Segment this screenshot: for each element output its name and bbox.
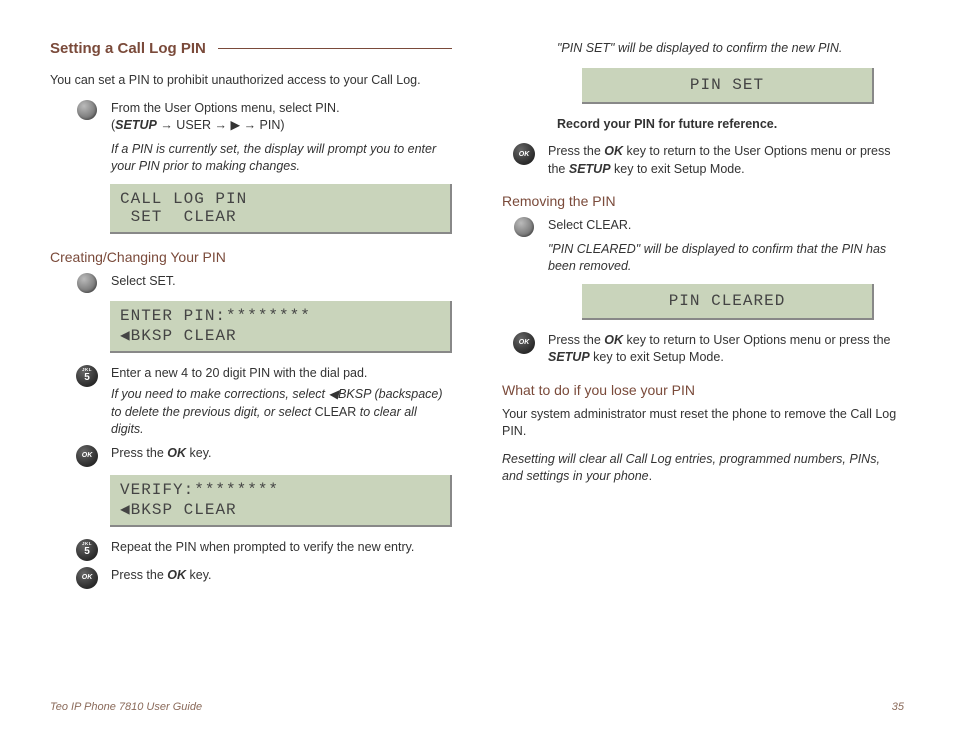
lcd-pin-cleared: PIN CLEARED (582, 284, 874, 320)
key-5-icon: JKL5 (75, 365, 99, 387)
page-footer: Teo IP Phone 7810 User Guide 35 (50, 701, 904, 713)
o2b: OK (604, 333, 623, 347)
s6a: Press the (111, 568, 167, 582)
step-open-pin: From the User Options menu, select PIN. … (75, 100, 452, 176)
o2a: Press the (548, 333, 604, 347)
lcd-pin-set: PIN SET (582, 68, 874, 104)
s4b: OK (167, 446, 186, 460)
path-rest: → USER → ▶ → PIN) (157, 118, 285, 132)
lcd2-line2: ◀BKSP CLEAR (120, 327, 237, 345)
lose-pin-text: Your system administrator must reset the… (502, 406, 904, 441)
step-enter-digits: JKL5 Enter a new 4 to 20 digit PIN with … (75, 365, 452, 439)
o2d: SETUP (548, 350, 590, 364)
intro-text: You can set a PIN to prohibit unauthoriz… (50, 72, 452, 90)
reset-a: Resetting will clear all Call Log entrie… (502, 452, 880, 484)
step-press-ok-2: OK Press the OK key. (75, 567, 452, 589)
o1a: Press the (548, 144, 604, 158)
ok-key-icon: OK (512, 332, 536, 354)
step4-text: Press the OK key. (111, 445, 452, 463)
lcd-enter-pin: ENTER PIN:******** ◀BKSP CLEAR (110, 301, 452, 353)
subheading-creating: Creating/Changing Your PIN (50, 249, 452, 265)
cleared-note: "PIN CLEARED" will be displayed to confi… (548, 241, 904, 276)
step3-main: Enter a new 4 to 20 digit PIN with the d… (111, 366, 367, 380)
n3b: BKSP (338, 387, 371, 401)
n3d: CLEAR (315, 405, 357, 419)
ok-key-icon: OK (512, 143, 536, 165)
s4a: Press the (111, 446, 167, 460)
clear-body: Select CLEAR. "PIN CLEARED" will be disp… (548, 217, 904, 276)
lcd3-line1: VERIFY:******** (120, 481, 279, 499)
n3a: If you need to make corrections, select … (111, 387, 338, 401)
ok-label: OK (513, 332, 535, 354)
subheading-removing: Removing the PIN (502, 193, 904, 209)
step1-line1: From the User Options menu, select PIN. (111, 101, 340, 115)
step1-note: If a PIN is currently set, the display w… (111, 141, 452, 176)
lcd-call-log-pin: CALL LOG PIN SET CLEAR (110, 184, 452, 234)
ok1-text: Press the OK key to return to the User O… (548, 143, 904, 178)
lcd-verify: VERIFY:******** ◀BKSP CLEAR (110, 475, 452, 527)
pin-set-note: "PIN SET" will be displayed to confirm t… (557, 40, 904, 58)
step-press-ok-1: OK Press the OK key. (75, 445, 452, 467)
ok-label: OK (513, 143, 535, 165)
record-pin: Record your PIN for future reference. (557, 116, 904, 134)
step3-text: Enter a new 4 to 20 digit PIN with the d… (111, 365, 452, 439)
lcd3-line2: ◀BKSP CLEAR (120, 501, 237, 519)
step6-text: Press the OK key. (111, 567, 452, 585)
ok-label: OK (76, 567, 98, 589)
step2-text: Select SET. (111, 273, 452, 291)
section-heading: Setting a Call Log PIN (50, 40, 452, 57)
subheading-lose-pin: What to do if you lose your PIN (502, 382, 904, 398)
reset-warning: Resetting will clear all Call Log entrie… (502, 451, 904, 486)
o1d: SETUP (569, 162, 611, 176)
ok-key-icon: OK (75, 445, 99, 467)
record-bold: Record your PIN for future reference (557, 117, 774, 131)
footer-title: Teo IP Phone 7810 User Guide (50, 701, 202, 713)
step5-text: Repeat the PIN when prompted to verify t… (111, 539, 452, 557)
heading-rule (218, 48, 452, 49)
ok2-text: Press the OK key to return to User Optio… (548, 332, 904, 367)
s6b: OK (167, 568, 186, 582)
step-ok-return-1: OK Press the OK key to return to the Use… (512, 143, 904, 178)
right-column: "PIN SET" will be displayed to confirm t… (502, 40, 904, 595)
path-setup: SETUP (115, 118, 157, 132)
footer-page: 35 (892, 701, 904, 713)
o1e: key to exit Setup Mode. (611, 162, 745, 176)
s4c: key. (186, 446, 211, 460)
key-digit: 5 (84, 373, 90, 383)
record-dot: . (774, 117, 777, 131)
s6c: key. (186, 568, 211, 582)
lcd2-line1: ENTER PIN:******** (120, 307, 311, 325)
clear-text: Select CLEAR. (548, 218, 631, 232)
key-5-icon: JKL5 (75, 539, 99, 561)
step-repeat-pin: JKL5 Repeat the PIN when prompted to ver… (75, 539, 452, 561)
o1b: OK (604, 144, 623, 158)
key-digit: 5 (84, 547, 90, 557)
o2c: key to return to User Options menu or pr… (623, 333, 890, 347)
softkey-icon (75, 100, 99, 120)
reset-b: . (649, 469, 652, 483)
lcd1-line1: CALL LOG PIN (120, 190, 247, 208)
lcd1-line2: SET CLEAR (120, 208, 237, 226)
step-text: From the User Options menu, select PIN. … (111, 100, 452, 176)
softkey-icon (512, 217, 536, 237)
heading-text: Setting a Call Log PIN (50, 40, 206, 57)
left-column: Setting a Call Log PIN You can set a PIN… (50, 40, 452, 595)
step-select-set: Select SET. (75, 273, 452, 293)
softkey-icon (75, 273, 99, 293)
step-select-clear: Select CLEAR. "PIN CLEARED" will be disp… (512, 217, 904, 276)
ok-label: OK (76, 445, 98, 467)
ok-key-icon: OK (75, 567, 99, 589)
step-ok-return-2: OK Press the OK key to return to User Op… (512, 332, 904, 367)
o2e: key to exit Setup Mode. (590, 350, 724, 364)
step3-note: If you need to make corrections, select … (111, 386, 452, 439)
